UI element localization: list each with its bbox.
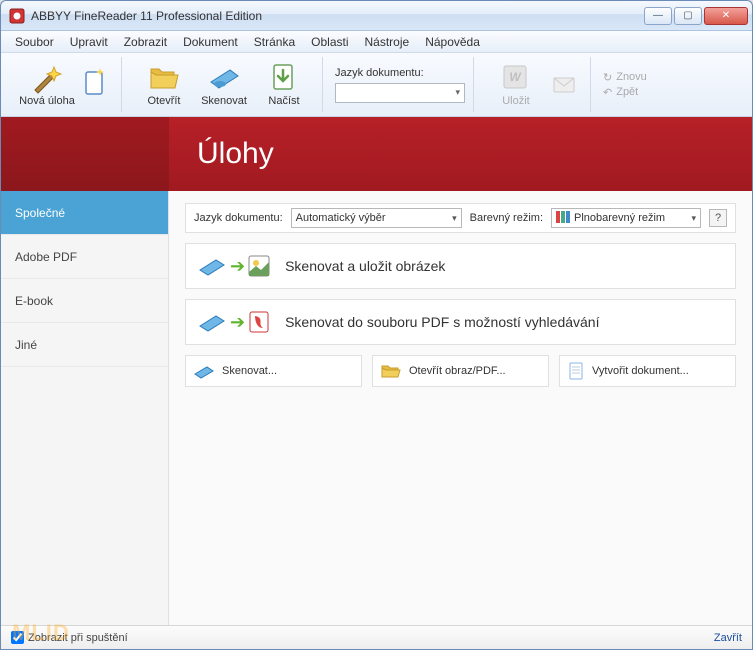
pane-lang-label: Jazyk dokumentu: xyxy=(194,212,283,224)
sidebar-item-spolecne[interactable]: Společné xyxy=(1,191,168,235)
menu-napoveda[interactable]: Nápověda xyxy=(417,33,488,51)
toolbar-lang-group: Jazyk dokumentu: xyxy=(327,57,474,112)
open-button[interactable]: Otevřít xyxy=(134,57,194,113)
menu-zobrazit[interactable]: Zobrazit xyxy=(116,33,175,51)
load-button[interactable]: Načíst xyxy=(254,57,314,113)
menu-upravit[interactable]: Upravit xyxy=(62,33,116,51)
wand-icon xyxy=(31,62,63,94)
back-button: ↶Zpět xyxy=(603,86,647,99)
document-sparkle-icon xyxy=(79,68,111,100)
scanner-icon xyxy=(194,363,214,379)
menu-soubor[interactable]: Soubor xyxy=(7,33,62,51)
pane-lang-select[interactable]: Automatický výběr xyxy=(291,208,462,228)
folder-open-icon xyxy=(148,62,180,94)
document-arrow-icon xyxy=(268,62,300,94)
maximize-button[interactable]: ▢ xyxy=(674,7,702,25)
pane-color-label: Barevný režim: xyxy=(470,212,543,224)
banner-title: Úlohy xyxy=(169,137,274,171)
close-button[interactable]: ✕ xyxy=(704,7,748,25)
controls-row: Jazyk dokumentu: Automatický výběr Barev… xyxy=(185,203,736,233)
image-icon xyxy=(247,254,271,278)
task-label: Skenovat a uložit obrázek xyxy=(285,258,445,274)
save-button: W Uložit xyxy=(486,57,546,113)
pane: Jazyk dokumentu: Automatický výběr Barev… xyxy=(169,191,752,625)
content: Společné Adobe PDF E-book Jiné Jazyk dok… xyxy=(1,191,752,625)
undo-icon: ↶ xyxy=(603,86,612,99)
document-icon xyxy=(568,362,584,380)
redo-icon: ↻ xyxy=(603,71,612,84)
statusbar: Zobrazit při spuštění Zavřít xyxy=(1,625,752,649)
toolbar-history-group: ↻Znovu ↶Zpět xyxy=(595,57,655,112)
small-tasks-row: Skenovat... Otevřít obraz/PDF... Vytvoři… xyxy=(185,355,736,387)
small-task-open[interactable]: Otevřít obraz/PDF... xyxy=(372,355,549,387)
minimize-button[interactable]: — xyxy=(644,7,672,25)
show-on-start-input[interactable] xyxy=(11,631,24,644)
save-send-button xyxy=(546,57,582,113)
task-label: Skenovat do souboru PDF s možností vyhle… xyxy=(285,314,599,330)
banner: Úlohy xyxy=(1,117,752,191)
toolbar-group-task: Nová úloha xyxy=(9,57,122,112)
svg-text:W: W xyxy=(509,70,522,84)
sidebar-item-jine[interactable]: Jiné xyxy=(1,323,168,367)
show-on-start-checkbox[interactable]: Zobrazit při spuštění xyxy=(11,631,128,644)
small-task-create-doc[interactable]: Vytvořit dokument... xyxy=(559,355,736,387)
titlebar: ABBYY FineReader 11 Professional Edition… xyxy=(1,1,752,31)
pdf-icon xyxy=(247,310,271,334)
envelope-icon xyxy=(548,68,580,100)
scanner-icon xyxy=(198,254,228,278)
scanner-icon xyxy=(198,310,228,334)
toolbar: Nová úloha Otevřít Skenovat xyxy=(1,53,752,117)
toolbar-lang-select[interactable] xyxy=(335,83,465,103)
task-icons: ➔ xyxy=(198,310,271,334)
sidebar-item-ebook[interactable]: E-book xyxy=(1,279,168,323)
scan-button[interactable]: Skenovat xyxy=(194,57,254,113)
redo-button: ↻Znovu xyxy=(603,71,647,84)
menu-nastroje[interactable]: Nástroje xyxy=(357,33,418,51)
save-word-icon: W xyxy=(500,62,532,94)
arrow-right-icon: ➔ xyxy=(230,312,245,333)
task-scan-to-pdf[interactable]: ➔ Skenovat do souboru PDF s možností vyh… xyxy=(185,299,736,345)
pane-color-select[interactable]: Plnobarevný režim xyxy=(551,208,701,228)
small-task-scan[interactable]: Skenovat... xyxy=(185,355,362,387)
menu-oblasti[interactable]: Oblasti xyxy=(303,33,356,51)
arrow-right-icon: ➔ xyxy=(230,256,245,277)
new-task-small-button[interactable] xyxy=(77,57,113,113)
scanner-icon xyxy=(208,62,240,94)
window-title: ABBYY FineReader 11 Professional Edition xyxy=(31,9,644,23)
sidebar: Společné Adobe PDF E-book Jiné xyxy=(1,191,169,625)
task-scan-save-image[interactable]: ➔ Skenovat a uložit obrázek xyxy=(185,243,736,289)
folder-open-icon xyxy=(381,363,401,379)
window-buttons: — ▢ ✕ xyxy=(644,7,748,25)
toolbar-group-io: Otevřít Skenovat Načíst xyxy=(126,57,323,112)
main-area: Úlohy Společné Adobe PDF E-book Jiné Jaz… xyxy=(1,117,752,649)
menu-dokument[interactable]: Dokument xyxy=(175,33,246,51)
toolbar-lang-label: Jazyk dokumentu: xyxy=(335,67,465,79)
close-link[interactable]: Zavřít xyxy=(714,632,742,644)
banner-spacer xyxy=(1,117,169,191)
new-task-button[interactable]: Nová úloha xyxy=(17,57,77,113)
menu-stranka[interactable]: Stránka xyxy=(246,33,303,51)
app-window: ABBYY FineReader 11 Professional Edition… xyxy=(0,0,753,650)
menubar: Soubor Upravit Zobrazit Dokument Stránka… xyxy=(1,31,752,53)
task-icons: ➔ xyxy=(198,254,271,278)
help-button[interactable]: ? xyxy=(709,209,727,227)
app-icon xyxy=(9,8,25,24)
toolbar-group-save: W Uložit xyxy=(478,57,591,112)
color-swatch-icon xyxy=(556,211,570,226)
sidebar-item-adobe-pdf[interactable]: Adobe PDF xyxy=(1,235,168,279)
